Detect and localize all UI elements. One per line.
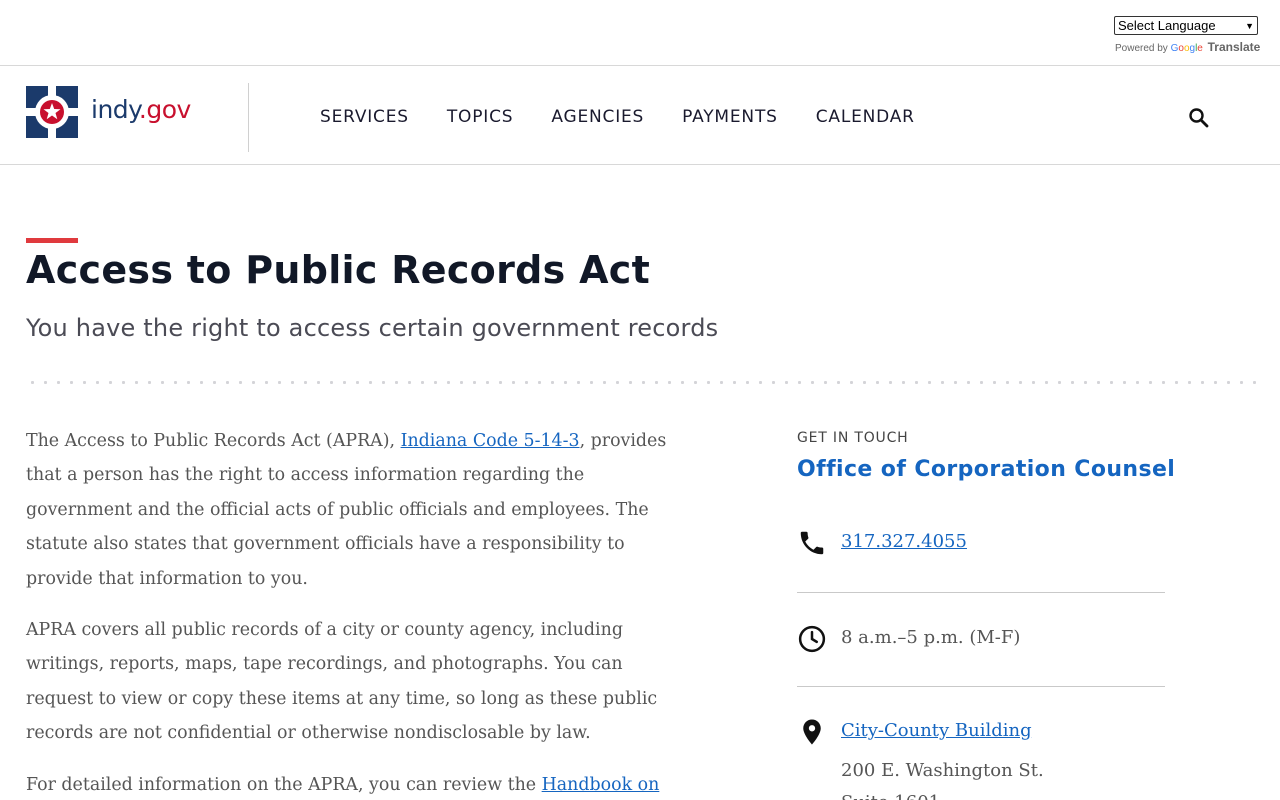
powered-by-google: Powered by Google Translate (1115, 40, 1260, 54)
indy-star-icon (26, 86, 78, 138)
address-suite: Suite 1601 (841, 789, 1044, 800)
contact-divider (797, 592, 1165, 593)
paragraph-apra-coverage: APRA covers all public records of a city… (26, 620, 658, 744)
office-link[interactable]: Office of Corporation Counsel (797, 457, 1175, 482)
logo-wordmark: indy.gov (91, 94, 191, 124)
translate-bar: Select Language ▼ Powered by Google Tran… (0, 0, 1280, 66)
contact-eyebrow: GET IN TOUCH (797, 430, 909, 446)
header-divider (248, 83, 249, 152)
phone-link[interactable]: 317.327.4055 (841, 531, 967, 552)
nav-agencies[interactable]: AGENCIES (551, 107, 644, 127)
powered-by-text: Powered by (1115, 43, 1168, 54)
address-street: 200 E. Washington St. (841, 760, 1044, 781)
main-nav: SERVICES TOPICS AGENCIES PAYMENTS CALEND… (320, 107, 953, 127)
nav-payments[interactable]: PAYMENTS (682, 107, 778, 127)
search-button[interactable] (1188, 107, 1210, 129)
location-pin-icon (803, 719, 821, 745)
page-subtitle: You have the right to access certain gov… (26, 314, 719, 342)
hours-text: 8 a.m.–5 p.m. (M-F) (841, 627, 1021, 648)
google-logo: Google (1170, 43, 1203, 54)
page-title: Access to Public Records Act (26, 248, 651, 292)
contact-phone-row: 317.327.4055 (797, 528, 1165, 558)
chevron-down-icon: ▼ (1245, 20, 1254, 31)
paragraph-apra-intro: The Access to Public Records Act (APRA),… (26, 431, 667, 589)
contact-hours-row: 8 a.m.–5 p.m. (M-F) (797, 624, 1165, 654)
nav-services[interactable]: SERVICES (320, 107, 409, 127)
nav-calendar[interactable]: CALENDAR (816, 107, 915, 127)
clock-icon (798, 625, 826, 653)
main-content: The Access to Public Records Act (APRA),… (26, 424, 676, 800)
language-select-label: Select Language (1118, 18, 1216, 33)
site-header: indy.gov SERVICES TOPICS AGENCIES PAYMEN… (0, 67, 1280, 165)
search-icon (1189, 108, 1209, 128)
nav-topics[interactable]: TOPICS (447, 107, 514, 127)
title-accent-bar (26, 238, 78, 243)
paragraph-handbook: For detailed information on the APRA, yo… (26, 774, 660, 795)
handbook-link[interactable]: Handbook on (542, 775, 660, 795)
phone-icon (800, 531, 824, 555)
contact-divider (797, 686, 1165, 687)
indiana-code-link[interactable]: Indiana Code 5-14-3 (401, 431, 580, 451)
contact-address-row: City-County Building 200 E. Washington S… (797, 717, 1165, 800)
translate-link[interactable]: Translate (1208, 40, 1261, 54)
indy-gov-logo[interactable]: indy.gov (26, 86, 191, 138)
contact-panel: GET IN TOUCH Office of Corporation Couns… (797, 430, 1175, 800)
dotted-divider (26, 381, 1256, 384)
building-link[interactable]: City-County Building (841, 720, 1032, 741)
language-select[interactable]: Select Language ▼ (1114, 16, 1258, 35)
